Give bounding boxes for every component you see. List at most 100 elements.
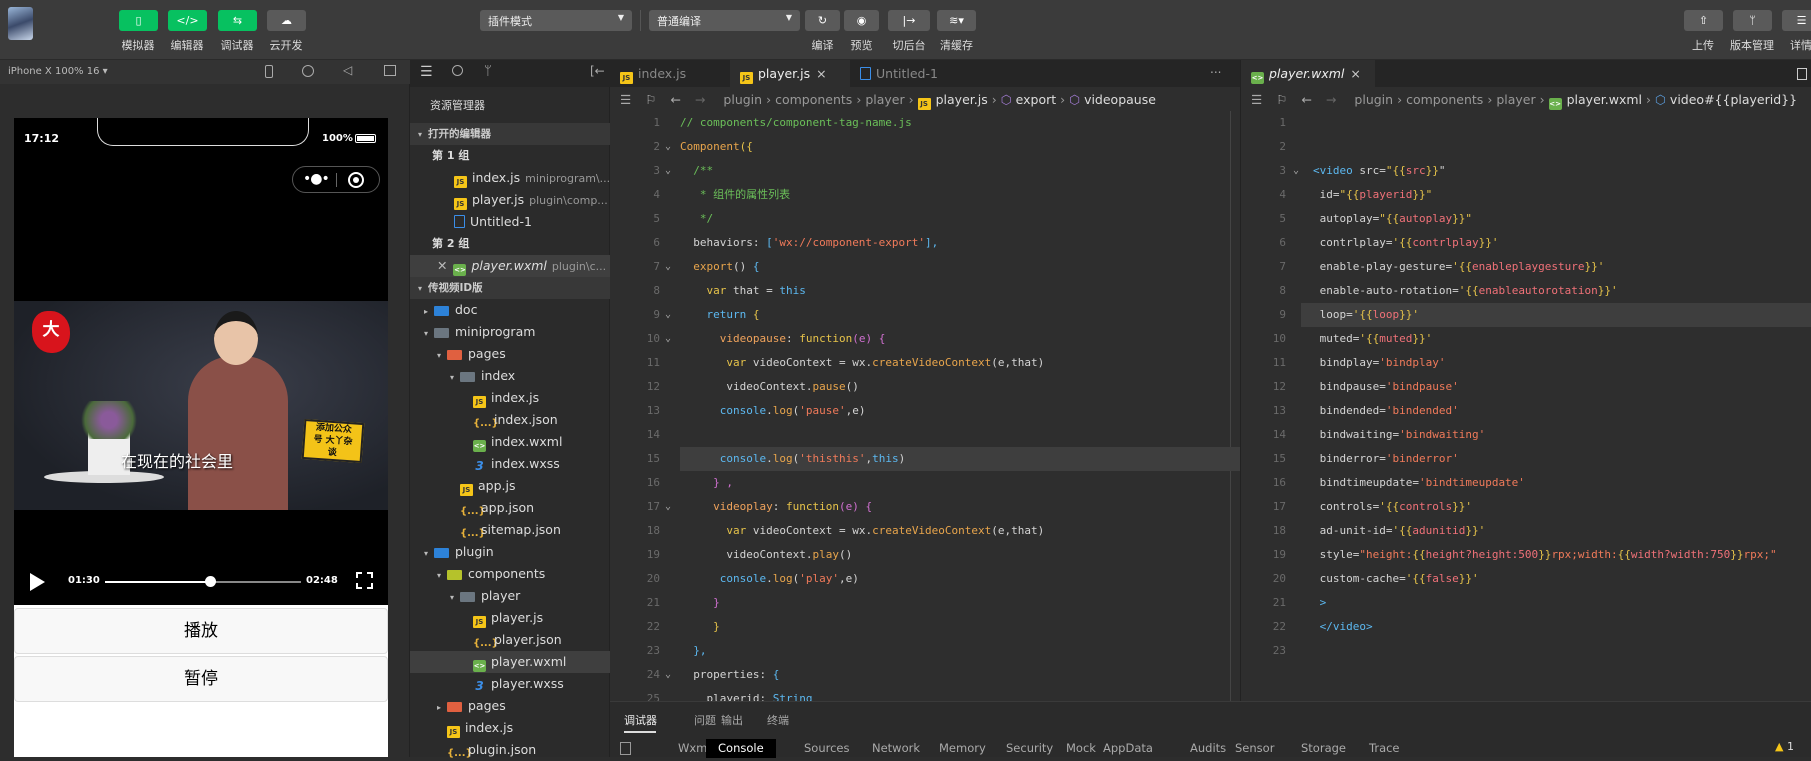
code-line[interactable]: 1	[1241, 111, 1811, 135]
code-line[interactable]: 3 ⌄ <video src="{{src}}"	[1241, 159, 1811, 183]
file-item[interactable]: {...}sitemap.json	[410, 519, 610, 541]
breadcrumb-item[interactable]: video#{{playerid}}	[1670, 92, 1797, 107]
code-line[interactable]: 18 var videoContext = wx.createVideoCont…	[610, 519, 1240, 543]
code-line[interactable]: 17 ⌄ videoplay: function(e) {	[610, 495, 1240, 519]
code-line[interactable]: 6 behaviors: ['wx://component-export'],	[610, 231, 1240, 255]
breadcrumb-item[interactable]: player	[865, 92, 904, 107]
left-code-editor[interactable]: 1 // components/component-tag-name.js 2 ⌄ Co…	[610, 111, 1240, 701]
progress-thumb[interactable]	[205, 576, 217, 587]
code-line[interactable]: 5 autoplay="{{autoplay}}"	[1241, 207, 1811, 231]
code-line[interactable]: 19 videoContext.play()	[610, 543, 1240, 567]
code-line[interactable]: 7 ⌄ export() {	[610, 255, 1240, 279]
code-line[interactable]: 1 // components/component-tag-name.js	[610, 111, 1240, 135]
code-line[interactable]: 17 controls='{{controls}}'	[1241, 495, 1811, 519]
close-tab-icon[interactable]: ×	[816, 66, 826, 81]
warning-count[interactable]: ▲ 1	[1775, 740, 1794, 753]
search-icon[interactable]	[452, 65, 463, 76]
code-line[interactable]: 6 contrlplay='{{contrlplay}}'	[1241, 231, 1811, 255]
code-line[interactable]: 15 console.log('thisthis',this)	[610, 447, 1240, 471]
breadcrumb-item[interactable]: plugin	[1354, 92, 1393, 107]
section-header[interactable]: ▾ 打开的编辑器	[410, 123, 610, 145]
folder-item[interactable]: ▾ plugin	[410, 541, 610, 563]
code-line[interactable]: 5 */	[610, 207, 1240, 231]
outline-icon[interactable]: ☰	[1251, 92, 1262, 107]
fold-chevron-icon[interactable]: ⌄	[665, 327, 671, 351]
fullscreen-icon[interactable]	[356, 572, 373, 589]
fold-chevron-icon[interactable]: ⌄	[665, 663, 671, 687]
more-icon[interactable]: •●•	[303, 171, 330, 187]
code-line[interactable]: 25 playerid: String	[610, 687, 1240, 701]
split-editor-icon[interactable]	[1797, 68, 1807, 80]
panel-tab[interactable]: 问题	[694, 712, 716, 728]
breadcrumb-item[interactable]: plugin	[723, 92, 762, 107]
fold-chevron-icon[interactable]: ⌄	[665, 495, 671, 519]
fold-chevron-icon[interactable]: ⌄	[665, 303, 671, 327]
editor-group-label[interactable]: 第 2 组	[410, 233, 610, 255]
fold-chevron-icon[interactable]: ⌄	[665, 255, 671, 279]
close-icon[interactable]: ✕	[437, 258, 447, 273]
file-item[interactable]: Untitled-1	[410, 211, 610, 233]
code-line[interactable]: 20 console.log('play',e)	[610, 567, 1240, 591]
code-line[interactable]: 3 ⌄ /**	[610, 159, 1240, 183]
code-line[interactable]: 9 ⌄ return {	[610, 303, 1240, 327]
file-item[interactable]: JS app.js	[410, 475, 610, 497]
section-header[interactable]: ▾ 传视频ID版	[410, 277, 610, 299]
git-branch-icon[interactable]: ᛘ	[484, 64, 492, 79]
devtools-tab-appdata[interactable]: AppData	[1095, 739, 1161, 758]
folder-item[interactable]: ▸ pages	[410, 695, 610, 717]
breadcrumb-item[interactable]: player	[1496, 92, 1535, 107]
compile-select[interactable]: 普通编译 ▼	[649, 10, 800, 31]
code-line[interactable]: 15 binderror='binderror'	[1241, 447, 1811, 471]
file-item[interactable]: ✕ <> player.wxml plugin\c...	[410, 255, 610, 277]
menu-button[interactable]: ☰	[1782, 10, 1811, 31]
file-item[interactable]: 3 index.wxss	[410, 453, 610, 475]
file-item[interactable]: JS player.js	[410, 607, 610, 629]
code-toggle-button[interactable]: </>	[168, 10, 207, 31]
forward-icon[interactable]: →	[695, 92, 705, 107]
folder-item[interactable]: ▾ components	[410, 563, 610, 585]
panel-tab[interactable]: 输出	[721, 712, 743, 728]
folder-item[interactable]: ▾ miniprogram	[410, 321, 610, 343]
inspect-element-icon[interactable]	[620, 742, 631, 755]
code-line[interactable]: 8 enable-auto-rotation='{{enableautorota…	[1241, 279, 1811, 303]
play-button[interactable]: 播放	[14, 608, 388, 654]
code-line[interactable]: 11 bindplay='bindplay'	[1241, 351, 1811, 375]
file-item[interactable]: JS index.js	[410, 387, 610, 409]
tab-player-wxml[interactable]: <> player.wxml ×	[1241, 60, 1375, 87]
code-line[interactable]: 10 ⌄ videopause: function(e) {	[610, 327, 1240, 351]
folder-item[interactable]: ▸ doc	[410, 299, 610, 321]
user-avatar[interactable]	[8, 7, 33, 40]
phone-toggle-button[interactable]: ▯	[119, 10, 158, 31]
code-line[interactable]: 22 }	[610, 615, 1240, 639]
file-item[interactable]: 3 player.wxss	[410, 673, 610, 695]
code-line[interactable]: 12 bindpause='bindpause'	[1241, 375, 1811, 399]
devtools-tab-network[interactable]: Network	[864, 739, 928, 758]
fold-chevron-icon[interactable]: ⌄	[1293, 159, 1299, 183]
devtools-tab-sources[interactable]: Sources	[796, 739, 858, 758]
code-line[interactable]: 14	[610, 423, 1240, 447]
folder-item[interactable]: ▾ player	[410, 585, 610, 607]
code-line[interactable]: 20 custom-cache='{{false}}'	[1241, 567, 1811, 591]
right-code-editor[interactable]: 1 2 3 ⌄ <video src="{{src}}" 4 id="{{playerid…	[1241, 111, 1811, 701]
code-line[interactable]: 18 ad-unit-id='{{adunitid}}'	[1241, 519, 1811, 543]
code-line[interactable]: 4 id="{{playerid}}"	[1241, 183, 1811, 207]
file-item[interactable]: JS player.js plugin\comp...	[410, 189, 610, 211]
code-line[interactable]: 9 loop='{{loop}}'	[1241, 303, 1811, 327]
eye-button[interactable]: ◉	[844, 10, 879, 31]
pause-button[interactable]: 暂停	[14, 656, 388, 702]
breadcrumb-item[interactable]: videopause	[1084, 92, 1156, 107]
code-line[interactable]: 13 bindended='bindended'	[1241, 399, 1811, 423]
code-line[interactable]: 16 bindtimeupdate='bindtimeupdate'	[1241, 471, 1811, 495]
device-select[interactable]: iPhone X 100% 16 ▾	[8, 66, 108, 77]
back-icon[interactable]: ←	[1301, 92, 1311, 107]
breadcrumb-item[interactable]: player.wxml	[1567, 92, 1642, 107]
code-line[interactable]: 21 }	[610, 591, 1240, 615]
code-line[interactable]: 16 } ,	[610, 471, 1240, 495]
tab-untitled-1[interactable]: Untitled-1	[850, 60, 969, 87]
folder-item[interactable]: ▾ pages	[410, 343, 610, 365]
file-item[interactable]: JS index.js	[410, 717, 610, 739]
back-icon[interactable]: ←	[670, 92, 680, 107]
file-item[interactable]: {...}player.json	[410, 629, 610, 651]
code-line[interactable]: 8 var that = this	[610, 279, 1240, 303]
code-line[interactable]: 7 enable-play-gesture='{{enableplaygestu…	[1241, 255, 1811, 279]
